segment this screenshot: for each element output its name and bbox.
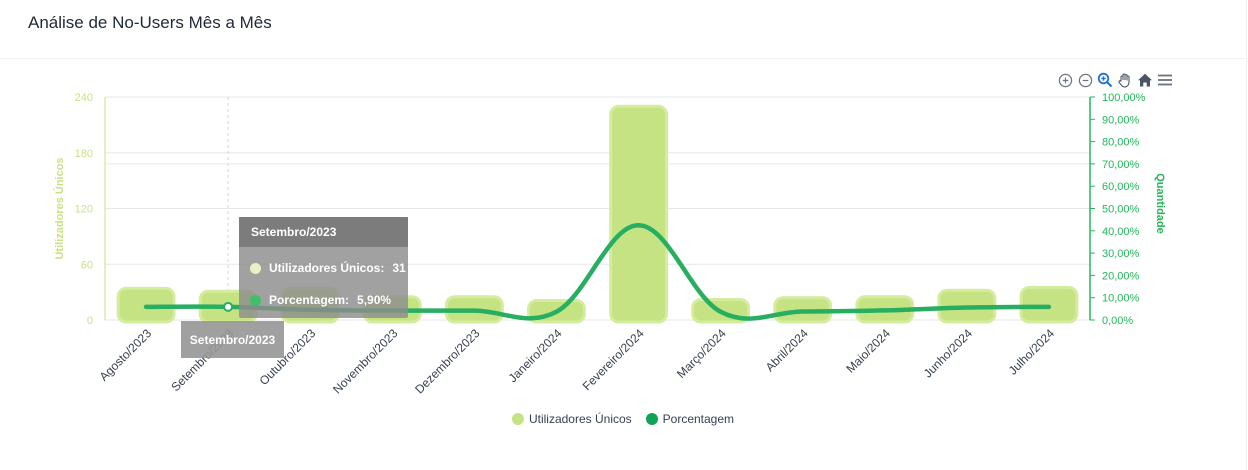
line-point bbox=[802, 311, 804, 313]
tooltip-label-bars: Utilizadores Únicos: bbox=[269, 261, 385, 275]
x-tick-label: Fevereiro/2024 bbox=[580, 326, 647, 393]
legend-label-bars: Utilizadores Únicos bbox=[528, 412, 632, 426]
tooltip-value-bars: 31 bbox=[392, 261, 406, 275]
line-point bbox=[720, 311, 722, 313]
right-tick-label: 30,00% bbox=[1102, 248, 1140, 260]
right-tick-label: 100,00% bbox=[1102, 92, 1146, 104]
x-tick-label: Junho/2024 bbox=[921, 326, 975, 380]
tooltip-marker-line bbox=[250, 294, 261, 306]
tooltip-row-line: Porcentagem: 5,90% bbox=[250, 293, 391, 307]
left-axis-title: Utilizadores Únicos bbox=[53, 157, 66, 259]
xaxis-tooltip: Setembro/2023 bbox=[181, 321, 284, 358]
line-point bbox=[1048, 306, 1050, 308]
chart-tooltip: Setembro/2023 Utilizadores Únicos: 31 Po… bbox=[239, 217, 408, 318]
legend-item-line[interactable]: Porcentagem bbox=[645, 412, 735, 426]
left-tick-label: 120 bbox=[75, 204, 93, 216]
left-tick-label: 60 bbox=[81, 259, 93, 271]
legend-marker-line bbox=[645, 413, 658, 425]
hover-marker bbox=[223, 301, 234, 312]
right-tick-label: 10,00% bbox=[1102, 293, 1140, 305]
line-point bbox=[884, 309, 886, 311]
left-tick-label: 240 bbox=[75, 92, 93, 104]
tooltip-title: Setembro/2023 bbox=[239, 217, 408, 247]
right-tick-label: 70,00% bbox=[1102, 159, 1140, 171]
bar bbox=[609, 104, 668, 324]
x-tick-label: Janeiro/2024 bbox=[506, 326, 565, 385]
legend-marker-bars bbox=[511, 413, 524, 425]
line-point bbox=[638, 224, 640, 226]
chart-legend: Utilizadores Únicos Porcentagem bbox=[0, 412, 1246, 426]
tooltip-label-line: Porcentagem: bbox=[269, 293, 350, 307]
x-tick-label: Dezembro/2023 bbox=[412, 326, 483, 397]
legend-label-line: Porcentagem bbox=[662, 412, 735, 426]
right-tick-label: 40,00% bbox=[1102, 226, 1140, 238]
chart-card: Análise de No-Users Mês a Mês 0 60 120 180 2… bbox=[0, 0, 1247, 470]
right-axis-title: Quantidade bbox=[1154, 173, 1166, 234]
right-tick-label: 50,00% bbox=[1102, 204, 1140, 216]
x-tick-label: Julho/2024 bbox=[1006, 326, 1058, 378]
x-tick-label: Maio/2024 bbox=[843, 326, 893, 376]
right-tick-label: 60,00% bbox=[1102, 181, 1140, 193]
legend-item-bars[interactable]: Utilizadores Únicos bbox=[511, 412, 632, 426]
tooltip-row-bars: Utilizadores Únicos: 31 bbox=[250, 261, 406, 275]
x-tick-label: Agosto/2023 bbox=[97, 326, 155, 384]
x-tick-label: Abril/2024 bbox=[763, 326, 811, 374]
line-point bbox=[966, 307, 968, 309]
right-tick-label: 90,00% bbox=[1102, 114, 1140, 126]
line-point bbox=[473, 310, 475, 312]
x-tick-label: Novembro/2023 bbox=[330, 326, 401, 397]
x-tick-label: Março/2024 bbox=[674, 326, 729, 381]
line-point bbox=[555, 311, 557, 313]
tooltip-value-line: 5,90% bbox=[357, 293, 392, 307]
left-tick-label: 180 bbox=[75, 148, 93, 160]
right-tick-label: 80,00% bbox=[1102, 137, 1140, 149]
right-tick-label: 0,00% bbox=[1102, 315, 1133, 327]
left-tick-label: 0 bbox=[87, 315, 93, 327]
tooltip-marker-bars bbox=[250, 262, 261, 274]
line-point bbox=[145, 306, 147, 308]
right-tick-label: 20,00% bbox=[1102, 270, 1140, 282]
